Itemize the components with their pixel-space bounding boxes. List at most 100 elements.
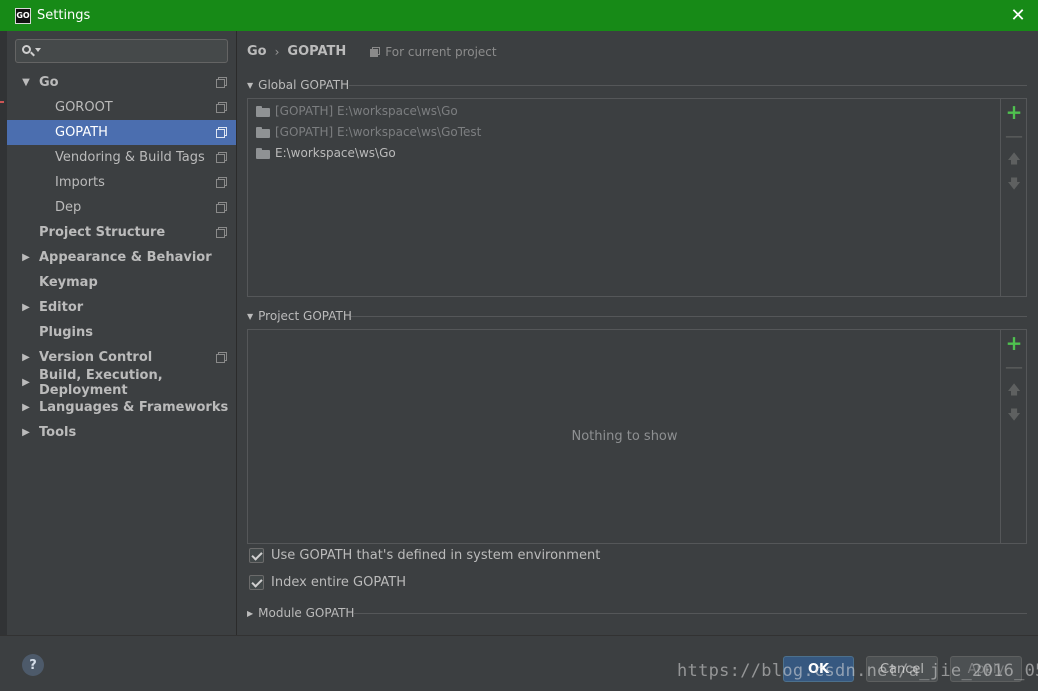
help-icon[interactable]: ? [22,654,44,676]
sidebar-item-tools[interactable]: ▶ Tools [7,420,236,445]
folder-icon [256,105,270,117]
sidebar-item-label: GOROOT [55,100,113,115]
project-gopath-panel: Nothing to show + — 🡅 🡇 [247,329,1027,544]
apply-button[interactable]: Apply [950,656,1022,682]
search-icon[interactable] [21,43,41,59]
sidebar-item-label: Appearance & Behavior [39,250,212,265]
remove-icon[interactable]: — [1001,125,1027,147]
collapse-arrow-icon[interactable]: ▶ [21,302,31,313]
module-gopath-title: Module GOPATH [258,606,355,620]
settings-content: Go › GOPATH For current project ▼ Global… [237,31,1038,635]
editor-edge [0,31,7,635]
sidebar-item-label: Languages & Frameworks [39,400,229,415]
global-gopath-list[interactable]: [GOPATH] E:\workspace\ws\Go [GOPATH] E:\w… [248,99,1001,296]
move-down-icon[interactable]: 🡇 [1001,406,1027,428]
collapse-arrow-icon[interactable]: ▶ [21,402,31,413]
sidebar-item-imports[interactable]: Imports [7,170,236,195]
ok-button[interactable]: OK [783,656,854,682]
move-up-icon[interactable]: 🡅 [1001,381,1027,403]
collapse-arrow-icon[interactable]: ▶ [21,377,31,388]
scope-label: For current project [370,45,497,59]
sidebar-item-plugins[interactable]: Plugins [7,320,236,345]
project-settings-icon [216,177,227,188]
use-system-gopath-checkbox[interactable]: Use GOPATH that's defined in system envi… [249,546,600,564]
breadcrumb-separator: › [274,44,280,59]
breadcrumb: Go › GOPATH For current project [247,44,497,59]
global-gopath-title: Global GOPATH [258,78,350,92]
title-bar: GO Settings ✕ [0,0,1038,31]
breadcrumb-parent[interactable]: Go [247,44,267,59]
breadcrumb-current: GOPATH [287,44,347,59]
sidebar-item-vendoring-build-tags[interactable]: Vendoring & Build Tags [7,145,236,170]
index-entire-gopath-checkbox[interactable]: Index entire GOPATH [249,573,406,591]
collapse-arrow-icon[interactable]: ▶ [21,427,31,438]
module-gopath-header[interactable]: ▶ Module GOPATH [247,605,354,621]
project-settings-icon [216,352,227,363]
project-settings-icon [216,227,227,238]
global-gopath-toolbar: + — 🡅 🡇 [1000,99,1026,296]
global-gopath-header[interactable]: ▼ Global GOPATH [247,77,349,93]
window-title: Settings [37,8,91,23]
sidebar-item-label: Keymap [39,275,98,290]
project-scope-icon [370,46,381,57]
collapsed-triangle-icon: ▶ [247,608,254,618]
project-gopath-title: Project GOPATH [258,309,352,323]
sidebar-item-build-execution-deployment[interactable]: ▶ Build, Execution, Deployment [7,367,236,398]
add-icon[interactable]: + [1001,100,1027,124]
settings-tree: ▼ Go GOROOT GOPATH Vendoring & Build Tags Imp… [7,70,236,445]
empty-list-text: Nothing to show [571,429,678,444]
sidebar-item-label: Vendoring & Build Tags [55,150,205,165]
remove-icon[interactable]: — [1001,356,1027,378]
folder-icon [256,147,270,159]
project-gopath-header[interactable]: ▼ Project GOPATH [247,308,352,324]
gopath-entry-path: E:\workspace\ws\Go [275,146,396,160]
settings-search-input[interactable] [15,39,228,63]
global-gopath-panel: [GOPATH] E:\workspace\ws\Go [GOPATH] E:\w… [247,98,1027,297]
section-separator [349,85,1027,86]
project-settings-icon [216,77,227,88]
collapse-arrow-icon[interactable]: ▶ [21,252,31,263]
sidebar-item-label: Editor [39,300,84,315]
sidebar-item-label: Tools [39,425,77,440]
sidebar-item-appearance-behavior[interactable]: ▶ Appearance & Behavior [7,245,236,270]
sidebar-item-project-structure[interactable]: Project Structure [7,220,236,245]
checked-checkbox-icon[interactable] [249,574,264,590]
index-entire-gopath-label: Index entire GOPATH [271,574,406,590]
expanded-triangle-icon: ▼ [247,311,254,321]
gopath-entry[interactable]: [GOPATH] E:\workspace\ws\Go [256,101,458,121]
sidebar-item-goroot[interactable]: GOROOT [7,95,236,120]
sidebar-item-label: Build, Execution, Deployment [39,367,163,398]
gopath-entry-path: [GOPATH] E:\workspace\ws\GoTest [275,125,482,139]
goland-app-icon: GO [15,7,31,24]
sidebar-item-gopath[interactable]: GOPATH [7,120,236,145]
gopath-entry[interactable]: E:\workspace\ws\Go [256,143,396,163]
section-separator [353,613,1027,614]
sidebar-item-label: Plugins [39,325,93,340]
sidebar-item-label: Go [39,75,59,90]
sidebar-item-label: Project Structure [39,225,166,240]
sidebar-item-label: Dep [55,200,82,215]
expand-arrow-icon[interactable]: ▼ [21,77,31,88]
move-down-icon[interactable]: 🡇 [1001,175,1027,197]
section-separator [351,316,1027,317]
move-up-icon[interactable]: 🡅 [1001,150,1027,172]
checked-checkbox-icon[interactable] [249,547,264,563]
cancel-button[interactable]: Cancel [866,656,938,682]
project-settings-icon [216,202,227,213]
add-icon[interactable]: + [1001,331,1027,355]
sidebar-item-keymap[interactable]: Keymap [7,270,236,295]
sidebar-item-version-control[interactable]: ▶ Version Control [7,345,236,370]
project-settings-icon [216,127,227,138]
folder-icon [256,126,270,138]
close-icon[interactable]: ✕ [1006,4,1030,26]
settings-sidebar: ▼ Go GOROOT GOPATH Vendoring & Build Tags Imp… [7,31,236,635]
sidebar-item-go[interactable]: ▼ Go [7,70,236,95]
collapse-arrow-icon[interactable]: ▶ [21,352,31,363]
sidebar-item-languages-frameworks[interactable]: ▶ Languages & Frameworks [7,395,236,420]
gopath-entry-path: [GOPATH] E:\workspace\ws\Go [275,104,458,118]
sidebar-item-editor[interactable]: ▶ Editor [7,295,236,320]
gopath-entry[interactable]: [GOPATH] E:\workspace\ws\GoTest [256,122,481,142]
project-gopath-toolbar: + — 🡅 🡇 [1000,330,1026,543]
sidebar-item-dep[interactable]: Dep [7,195,236,220]
use-system-gopath-label: Use GOPATH that's defined in system envi… [271,547,601,563]
